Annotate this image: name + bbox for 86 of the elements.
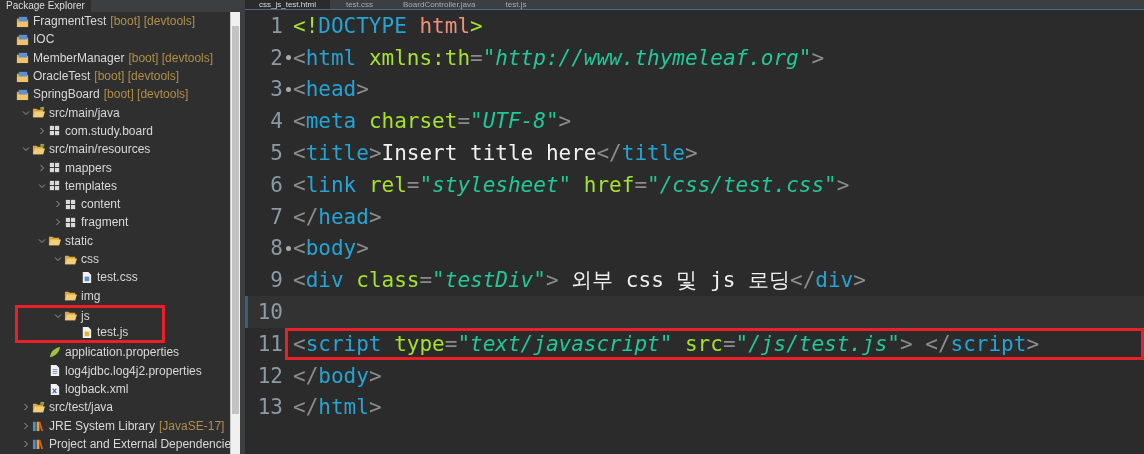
css-file-icon <box>80 270 93 284</box>
line-number: 3 <box>270 77 283 102</box>
code-line: </body> <box>293 363 382 388</box>
source-folder-icon <box>32 142 45 156</box>
line-number: 13 <box>257 395 283 420</box>
fold-marker[interactable] <box>285 245 291 251</box>
tree-item[interactable]: css <box>81 252 99 266</box>
code-line: <link rel="stylesheet" href="/css/test.css"> <box>293 172 850 197</box>
editor-tab[interactable]: test.css <box>331 0 388 9</box>
tree-item[interactable]: logback.xml <box>65 382 129 397</box>
line-number: 5 <box>270 141 283 166</box>
tree-item[interactable]: src/test/java <box>49 400 114 415</box>
editor-tab[interactable]: css_js_test.html <box>245 0 330 9</box>
project-decoration: [boot] [devtools] <box>128 50 214 65</box>
project-decoration: [boot] [devtools] <box>110 14 196 29</box>
line-number: 6 <box>270 172 283 197</box>
line-number: 9 <box>270 268 283 293</box>
project-icon <box>16 69 29 83</box>
tree-item[interactable]: src/main/java <box>49 105 120 120</box>
code-line: <!DOCTYPE html> <box>293 13 483 38</box>
xml-file-icon <box>48 382 61 396</box>
tree-item[interactable]: OracleTest <box>33 69 91 84</box>
editor-tab[interactable]: BoardController.java <box>389 0 490 9</box>
tree-item[interactable]: application.properties <box>65 345 180 360</box>
tree-item[interactable]: img <box>81 288 101 303</box>
code-line: <script type="text/javascript" src="/js/test.js"> </script> <box>293 331 1040 356</box>
tree-item[interactable]: JRE System Library <box>49 418 156 433</box>
tree-item[interactable]: SpringBoard <box>33 87 100 102</box>
package-icon <box>48 161 61 174</box>
line-number: 1 <box>270 13 283 38</box>
tree-item[interactable]: MemberManager <box>33 50 125 65</box>
line-number: 4 <box>270 109 283 134</box>
source-folder-icon <box>32 106 45 120</box>
line-number: 11 <box>257 331 283 356</box>
line-number: 2 <box>270 45 283 70</box>
folder-icon <box>64 309 77 323</box>
leaf-icon <box>48 346 61 359</box>
view-title[interactable]: Package Explorer <box>0 0 91 12</box>
scrollbar[interactable] <box>230 12 240 454</box>
tree-item[interactable]: log4jdbc.log4j2.properties <box>65 363 202 378</box>
tree-item[interactable]: mappers <box>65 160 112 175</box>
tree-item[interactable]: content <box>81 197 121 212</box>
tree-item[interactable]: src/main/resources <box>49 142 151 157</box>
library-icon <box>32 437 45 451</box>
editor-tab[interactable]: test.js <box>491 0 541 9</box>
package-icon <box>64 215 77 229</box>
line-number: 8 <box>270 236 283 261</box>
tree-item[interactable]: test.css <box>97 270 138 285</box>
text-file-icon <box>48 364 61 378</box>
code-line: <div class="testDiv"> 외부 css 및 js 로딩</div> <box>293 267 866 295</box>
line-number: 7 <box>270 204 283 229</box>
tree-item[interactable]: fragment <box>81 215 129 230</box>
tree-item[interactable]: com.study.board <box>65 123 153 138</box>
project-icon <box>16 32 29 46</box>
code-line: <head> <box>293 77 369 102</box>
library-icon <box>32 419 45 433</box>
tree-item[interactable]: static <box>65 233 93 248</box>
folder-icon <box>64 289 77 303</box>
package-icon <box>48 179 61 193</box>
code-line: <meta charset="UTF-8"> <box>293 109 572 134</box>
tree-item[interactable]: FragmentTest <box>33 14 107 29</box>
fold-marker[interactable] <box>285 55 291 61</box>
code-line: <html xmlns:th="http://www.thymeleaf.org"> <box>293 45 825 70</box>
package-icon <box>48 124 61 138</box>
code-line: <body> <box>293 236 369 261</box>
project-icon <box>16 51 29 65</box>
project-icon <box>16 87 29 101</box>
tree-item[interactable]: Project and External Dependencie <box>49 436 230 451</box>
project-decoration: [boot] [devtools] <box>103 87 189 102</box>
line-number: 12 <box>257 363 283 388</box>
folder-icon <box>48 234 61 248</box>
js-file-icon <box>80 325 93 339</box>
line-number: 10 <box>257 300 283 325</box>
project-decoration: [JavaSE-17] <box>159 418 225 433</box>
source-folder-icon <box>32 400 45 414</box>
code-line: </html> <box>293 395 382 420</box>
fold-marker[interactable] <box>285 87 291 92</box>
code-line: <title>Insert title here</title> <box>293 141 698 166</box>
tree-item[interactable]: test.js <box>97 325 129 340</box>
project-decoration: [boot] [devtools] <box>94 69 180 84</box>
project-icon <box>16 14 29 28</box>
code-line: </head> <box>293 204 382 229</box>
tree-item[interactable]: templates <box>65 178 118 193</box>
package-icon <box>64 197 77 211</box>
tree-item[interactable]: js <box>81 308 90 323</box>
tree-item[interactable]: IOC <box>33 32 55 47</box>
